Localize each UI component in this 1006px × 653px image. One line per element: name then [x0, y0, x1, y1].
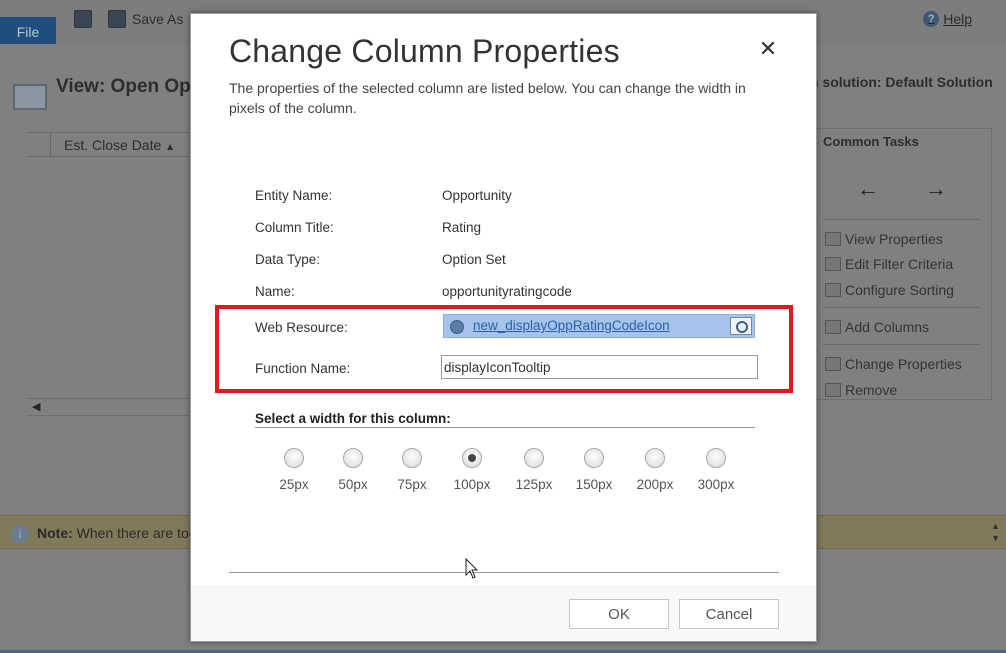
remove-icon — [825, 383, 841, 397]
web-resource-icon — [450, 320, 464, 334]
dialog-title: Change Column Properties — [229, 33, 620, 69]
divider — [255, 427, 755, 428]
common-tasks-title: Common Tasks — [823, 134, 919, 149]
function-name-label: Function Name: — [255, 361, 351, 376]
column-divider — [50, 133, 51, 156]
forward-arrow-icon[interactable]: → — [925, 176, 947, 202]
task-add-columns[interactable]: Add Columns — [825, 319, 929, 335]
width-option-label: 300px — [697, 477, 735, 492]
add-columns-icon — [825, 320, 841, 334]
back-arrow-icon[interactable]: ← — [857, 176, 879, 202]
note-text: Note: When there are too — [37, 525, 197, 541]
file-tab[interactable]: File — [0, 17, 56, 44]
width-option-150px[interactable]: 150px — [564, 448, 624, 492]
mouse-pointer-icon — [465, 558, 479, 579]
divider — [823, 344, 979, 345]
divider — [823, 219, 979, 220]
width-option-label: 150px — [575, 477, 613, 492]
task-view-properties[interactable]: View Properties — [825, 231, 943, 247]
function-name-input[interactable] — [441, 355, 758, 379]
note-label: Note: — [37, 525, 73, 541]
help-link[interactable]: ? Help — [923, 11, 972, 27]
view-properties-icon — [825, 232, 841, 246]
width-option-label: 125px — [515, 477, 553, 492]
help-label: Help — [943, 11, 972, 27]
save-icon — [74, 10, 92, 28]
save-as-label: Save As — [132, 11, 184, 27]
radio-button-selected[interactable] — [462, 448, 482, 468]
task-label: View Properties — [845, 231, 943, 247]
column-title-value: Rating — [442, 220, 482, 235]
width-section-title: Select a width for this column: — [255, 411, 451, 426]
entity-name-label: Entity Name: — [255, 188, 333, 203]
task-label: Add Columns — [845, 319, 930, 335]
name-value: opportunityratingcode — [442, 284, 572, 299]
view-icon — [13, 84, 47, 110]
radio-button[interactable] — [706, 448, 726, 468]
grid-header: Est. Close Date ▲ — [26, 132, 190, 157]
help-icon: ? — [923, 11, 940, 27]
save-button[interactable] — [74, 10, 92, 28]
info-icon: i — [11, 525, 29, 543]
task-configure-sorting[interactable]: Configure Sorting — [825, 282, 954, 298]
width-option-300px[interactable]: 300px — [686, 448, 746, 492]
cancel-button[interactable]: Cancel — [679, 599, 779, 629]
common-tasks-panel: Common Tasks ← → View Properties Edit Fi… — [816, 128, 992, 400]
radio-button[interactable] — [524, 448, 544, 468]
note-scroll-arrows-icon[interactable]: ▲ ▼ — [991, 520, 1000, 544]
width-option-200px[interactable]: 200px — [625, 448, 685, 492]
sort-icon — [825, 283, 841, 297]
width-option-label: 25px — [279, 477, 309, 492]
column-title-label: Column Title: — [255, 220, 334, 235]
radio-button[interactable] — [584, 448, 604, 468]
column-header-label: Est. Close Date — [64, 137, 162, 153]
sort-ascending-icon: ▲ — [165, 142, 176, 153]
view-title: View: Open Op — [56, 76, 191, 97]
width-option-75px[interactable]: 75px — [382, 448, 442, 492]
task-label: Configure Sorting — [845, 282, 954, 298]
solution-label: n solution: Default Solution — [810, 74, 993, 90]
filter-icon — [825, 257, 841, 271]
horizontal-scrollbar[interactable]: ◀ — [26, 398, 190, 416]
width-option-125px[interactable]: 125px — [504, 448, 564, 492]
radio-button[interactable] — [343, 448, 363, 468]
task-change-properties[interactable]: Change Properties — [825, 356, 962, 372]
entity-name-value: Opportunity — [442, 188, 512, 203]
width-option-100px[interactable]: 100px — [442, 448, 502, 492]
note-body: When there are too — [76, 525, 197, 541]
width-option-label: 50px — [338, 477, 368, 492]
save-as-button[interactable]: Save As — [108, 10, 183, 28]
data-type-value: Option Set — [442, 252, 506, 267]
width-option-label: 200px — [636, 477, 674, 492]
task-remove[interactable]: Remove — [825, 382, 897, 398]
radio-button[interactable] — [284, 448, 304, 468]
name-label: Name: — [255, 284, 295, 299]
width-option-50px[interactable]: 50px — [323, 448, 383, 492]
divider — [229, 572, 779, 573]
width-option-label: 75px — [397, 477, 427, 492]
dialog-description: The properties of the selected column ar… — [229, 80, 746, 116]
ok-button[interactable]: OK — [569, 599, 669, 629]
divider — [823, 307, 979, 308]
task-edit-filter-criteria[interactable]: Edit Filter Criteria — [825, 256, 953, 272]
column-header-est-close-date[interactable]: Est. Close Date ▲ — [64, 137, 175, 153]
web-resource-lookup[interactable]: new_displayOppRatingCodeIcon — [443, 314, 755, 338]
close-icon[interactable]: ✕ — [758, 38, 778, 60]
lookup-icon[interactable] — [730, 317, 752, 335]
scroll-left-icon[interactable]: ◀ — [32, 400, 40, 413]
width-option-25px[interactable]: 25px — [264, 448, 324, 492]
width-option-label: 100px — [453, 477, 491, 492]
save-as-icon — [108, 10, 126, 28]
radio-button[interactable] — [402, 448, 422, 468]
change-column-properties-dialog: Change Column Properties ✕ The propertie… — [190, 13, 817, 642]
task-label: Edit Filter Criteria — [845, 256, 954, 272]
task-label: Remove — [845, 382, 898, 398]
change-properties-icon — [825, 357, 841, 371]
task-label: Change Properties — [845, 356, 962, 372]
radio-button[interactable] — [645, 448, 665, 468]
web-resource-link[interactable]: new_displayOppRatingCodeIcon — [473, 318, 670, 333]
web-resource-label: Web Resource: — [255, 320, 348, 335]
data-type-label: Data Type: — [255, 252, 321, 267]
